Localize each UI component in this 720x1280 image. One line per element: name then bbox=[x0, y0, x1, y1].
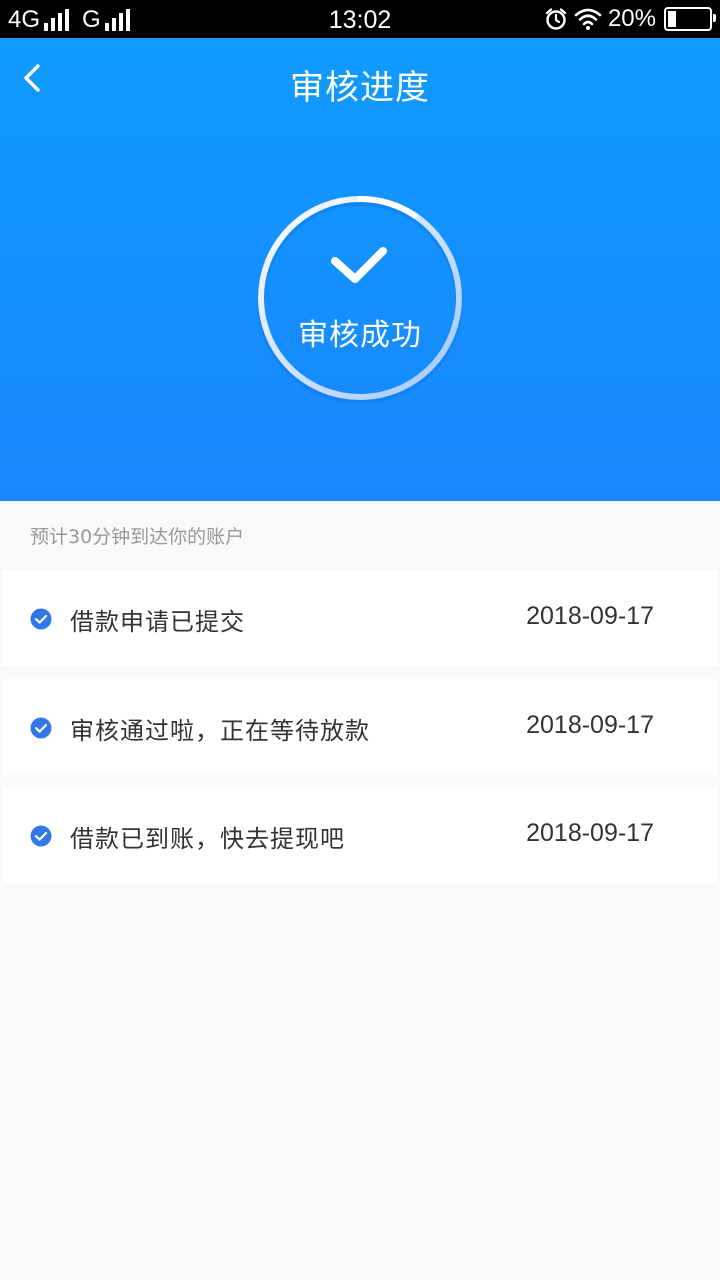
step-text: 借款已到账，快去提现吧 bbox=[70, 825, 345, 853]
status-ring: 审核成功 bbox=[255, 193, 465, 403]
step-date: 2018-09-17 bbox=[526, 819, 654, 847]
check-circle-icon bbox=[30, 717, 52, 739]
step-row: 借款已到账，快去提现吧 2018-09-17 bbox=[2, 787, 718, 883]
alarm-icon bbox=[545, 8, 567, 30]
battery-percent: 20% bbox=[607, 5, 656, 32]
check-icon bbox=[331, 247, 387, 283]
battery-level bbox=[668, 11, 676, 27]
wifi-icon bbox=[574, 8, 602, 30]
step-text: 借款申请已提交 bbox=[70, 608, 245, 636]
status-icons: 20% bbox=[544, 5, 716, 33]
status-bar: 4G G 13:02 20% bbox=[0, 0, 720, 38]
step-date: 2018-09-17 bbox=[526, 711, 654, 739]
status-label: 审核成功 bbox=[298, 318, 422, 353]
check-circle-icon bbox=[30, 608, 52, 630]
hero-header: 审核进度 审核成功 bbox=[0, 38, 720, 501]
step-date: 2018-09-17 bbox=[526, 602, 654, 630]
check-circle-icon bbox=[30, 825, 52, 847]
step-row: 审核通过啦，正在等待放款 2018-09-17 bbox=[2, 679, 718, 775]
arrival-hint: 预计30分钟到达你的账户 bbox=[30, 526, 245, 548]
step-row: 借款申请已提交 2018-09-17 bbox=[2, 570, 718, 666]
page-title: 审核进度 bbox=[290, 68, 430, 108]
battery-icon bbox=[664, 7, 716, 31]
step-text: 审核通过啦，正在等待放款 bbox=[70, 717, 370, 745]
ring-graphic bbox=[257, 196, 463, 403]
